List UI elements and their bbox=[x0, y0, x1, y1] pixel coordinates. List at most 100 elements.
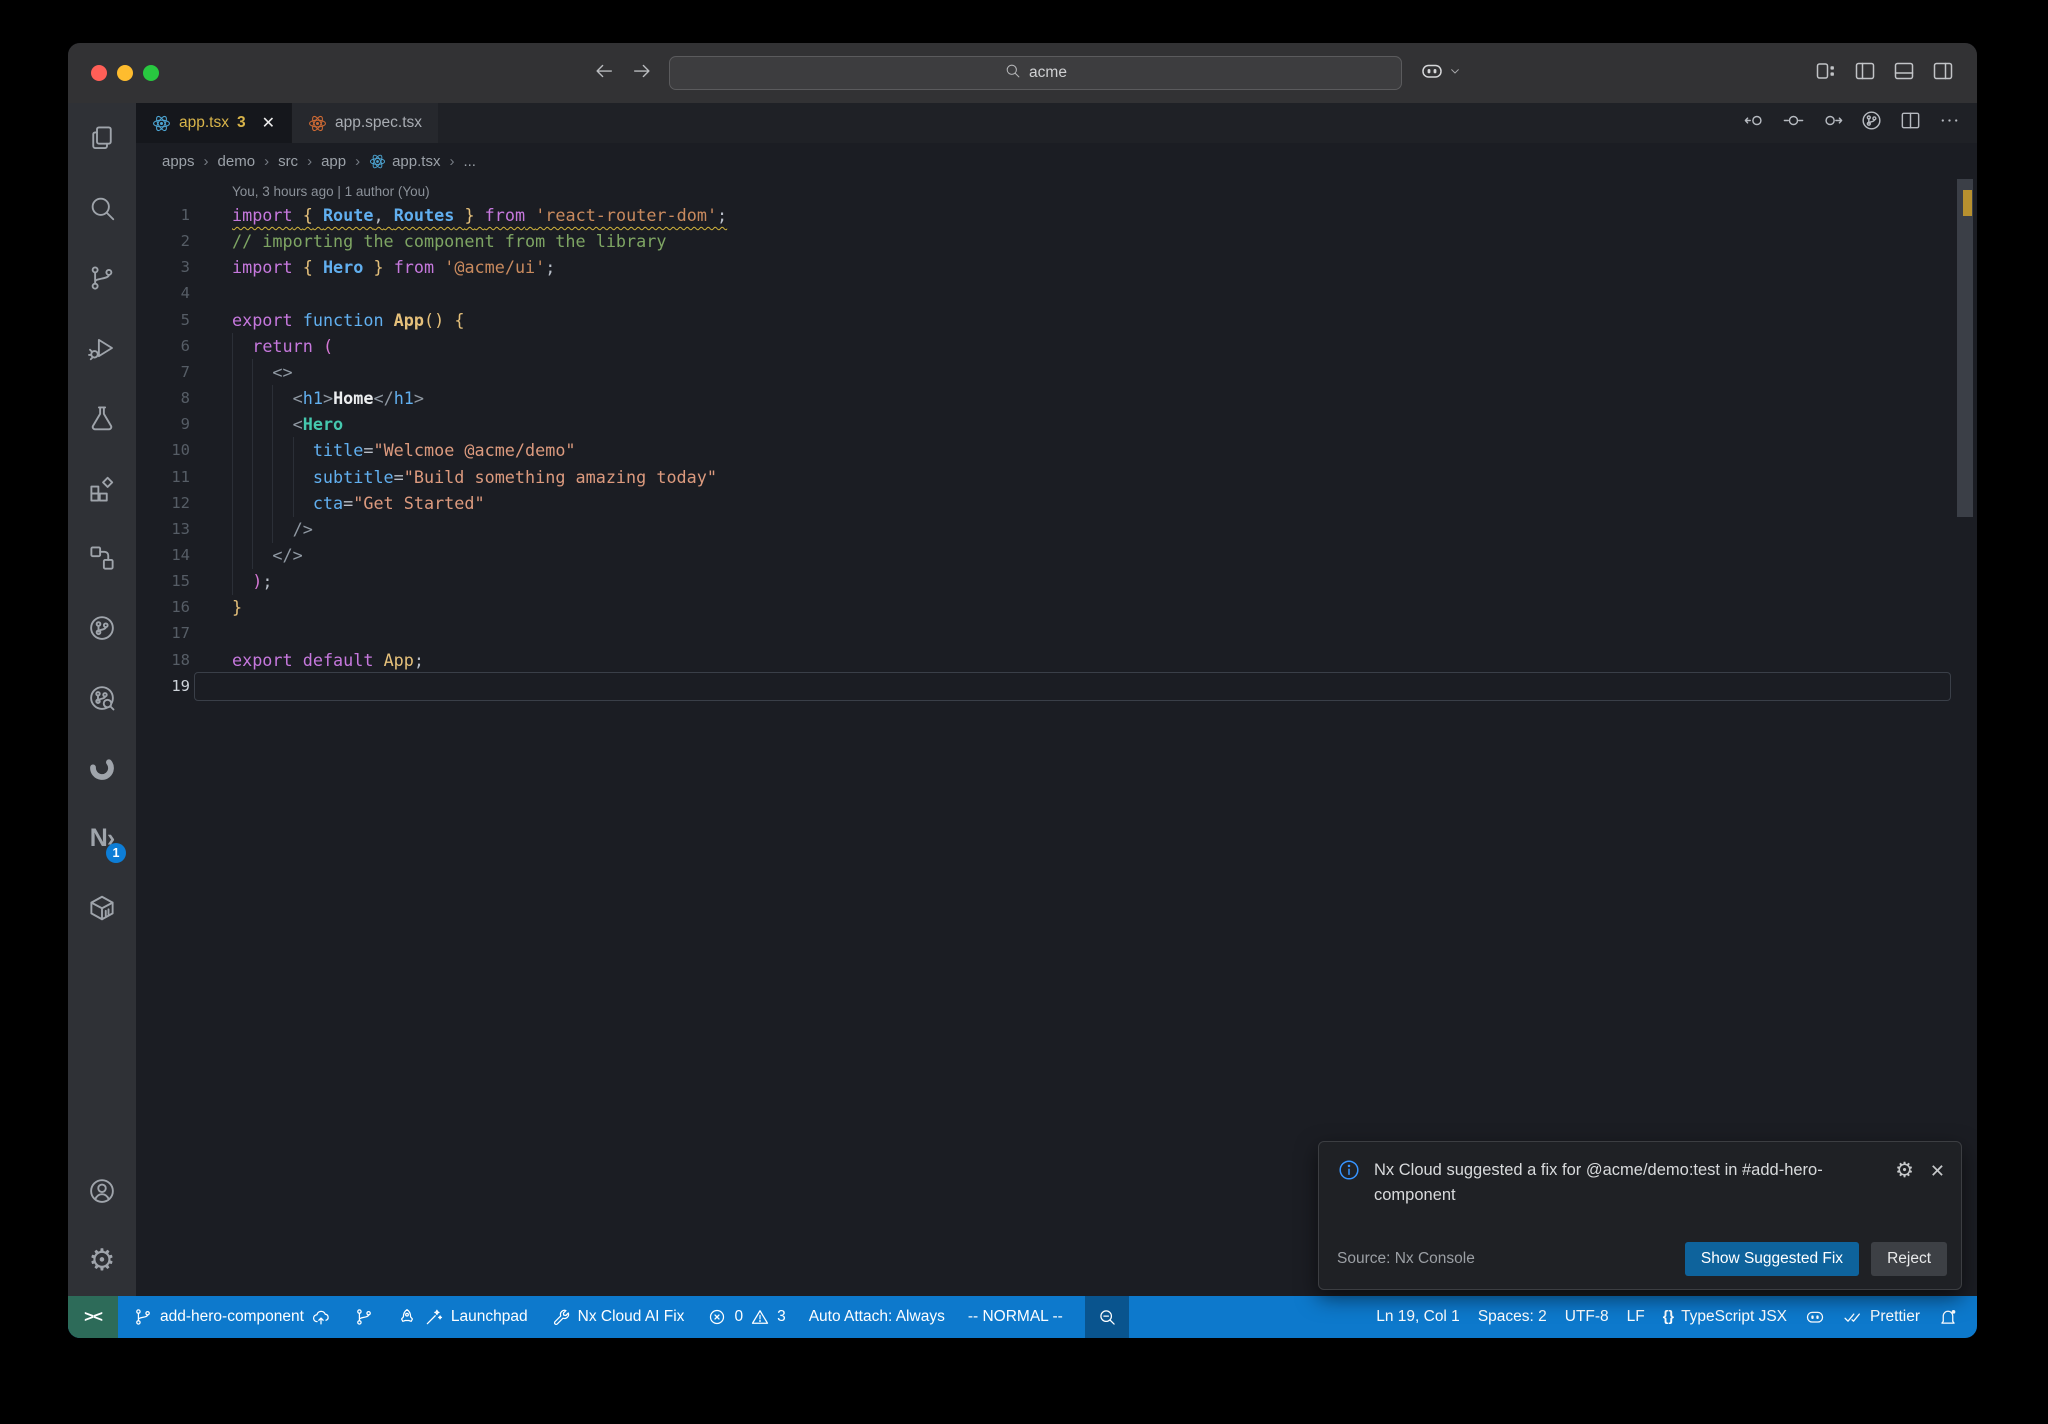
breadcrumb-item-apps[interactable]: apps bbox=[162, 153, 195, 170]
scrollbar-thumb[interactable] bbox=[1957, 179, 1973, 517]
activity-item-explorer[interactable] bbox=[68, 103, 136, 173]
line-number: 10 bbox=[171, 441, 190, 460]
close-tab-icon[interactable]: ✕ bbox=[262, 113, 275, 133]
code-line-19: 19 bbox=[136, 673, 1977, 700]
toggle-primary-sidebar-button[interactable] bbox=[1853, 59, 1877, 88]
toggle-secondary-sidebar-button[interactable] bbox=[1931, 59, 1955, 88]
notification-settings-gear-icon[interactable]: ⚙ bbox=[1895, 1160, 1914, 1181]
activity-item-edge-tools[interactable] bbox=[68, 733, 136, 803]
layout-controls bbox=[1814, 43, 1955, 103]
line-number: 5 bbox=[180, 310, 190, 329]
back-button[interactable] bbox=[593, 60, 615, 87]
breadcrumb-item-app[interactable]: app bbox=[321, 153, 346, 170]
open-change-icon bbox=[1782, 109, 1805, 132]
activity-item-testing[interactable] bbox=[68, 383, 136, 453]
activity-item-run-and-debug[interactable] bbox=[68, 313, 136, 383]
branch-icon bbox=[354, 1307, 374, 1327]
activity-item-search[interactable] bbox=[68, 173, 136, 243]
line-number: 8 bbox=[180, 389, 190, 408]
status-formatter[interactable]: Prettier bbox=[1834, 1296, 1929, 1338]
search-icon bbox=[1004, 62, 1021, 84]
status-bar-left: add-hero-component Launchpad Nx Cloud AI F… bbox=[118, 1296, 1129, 1338]
search-icon bbox=[87, 193, 117, 223]
reject-button[interactable]: Reject bbox=[1871, 1242, 1947, 1276]
code-editor[interactable]: You, 3 hours ago | 1 author (You) 1 impor… bbox=[136, 179, 1977, 1296]
activity-item-project-graph[interactable] bbox=[68, 593, 136, 663]
breadcrumb-label: apps bbox=[162, 152, 195, 170]
activity-item-source-control[interactable] bbox=[68, 243, 136, 313]
line-number: 7 bbox=[180, 362, 190, 381]
line-number: 13 bbox=[171, 519, 190, 538]
remote-indicator[interactable]: >< bbox=[68, 1296, 118, 1338]
forward-button[interactable] bbox=[631, 60, 653, 87]
open-changes-next-button[interactable] bbox=[1821, 109, 1844, 137]
status-problems[interactable]: 03 bbox=[698, 1296, 794, 1338]
overview-ruler-warning-mark bbox=[1963, 190, 1972, 216]
activity-item-related-projects[interactable] bbox=[68, 523, 136, 593]
codelens[interactable]: You, 3 hours ago | 1 author (You) bbox=[232, 184, 430, 199]
line-number: 3 bbox=[180, 258, 190, 277]
tab-app.tsx[interactable]: app.tsx 3 ✕ bbox=[136, 103, 292, 143]
activity-bar: N› 1 ⚙ bbox=[68, 103, 136, 1296]
more-icon bbox=[1938, 109, 1961, 132]
activity-item-graph-search[interactable] bbox=[68, 663, 136, 733]
activity-item-accounts[interactable] bbox=[68, 1156, 136, 1226]
status-source-control-graph[interactable] bbox=[345, 1296, 383, 1338]
breadcrumb[interactable]: apps › demo › src › app › app.tsx ›... bbox=[136, 143, 1977, 179]
react-icon bbox=[308, 114, 327, 133]
notification-close-icon[interactable]: ✕ bbox=[1930, 1162, 1945, 1180]
tab-app.spec.tsx[interactable]: app.spec.tsx bbox=[291, 103, 439, 143]
status-label: 3 bbox=[777, 1308, 786, 1325]
status-label: add-hero-component bbox=[160, 1308, 304, 1325]
status-nx-cloud-ai-fix[interactable]: Nx Cloud AI Fix bbox=[542, 1296, 694, 1338]
status-cursor-position[interactable]: Ln 19, Col 1 bbox=[1367, 1296, 1469, 1338]
breadcrumb-item-demo[interactable]: demo bbox=[218, 153, 256, 170]
code-line-3: 3 import { Hero } from '@acme/ui'; bbox=[136, 254, 1977, 281]
breadcrumb-item-app-tsx[interactable]: app.tsx bbox=[369, 153, 440, 170]
breadcrumb-separator: › bbox=[307, 152, 313, 170]
status-encoding[interactable]: UTF-8 bbox=[1556, 1296, 1618, 1338]
activity-item-containers[interactable] bbox=[68, 873, 136, 943]
status-label: Launchpad bbox=[450, 1308, 528, 1325]
status-branch[interactable]: add-hero-component bbox=[124, 1296, 340, 1338]
gitlens-file-graph-button[interactable] bbox=[1860, 109, 1883, 137]
more-actions-button[interactable] bbox=[1938, 109, 1961, 137]
traffic-light-minimize[interactable] bbox=[117, 65, 133, 81]
traffic-light-close[interactable] bbox=[91, 65, 107, 81]
layout-bottom-icon bbox=[1892, 59, 1916, 83]
command-center-search[interactable]: acme bbox=[669, 56, 1402, 90]
activity-badge: 1 bbox=[106, 843, 126, 863]
cloud-up-icon bbox=[311, 1307, 331, 1327]
breadcrumb-item--[interactable]: ... bbox=[463, 153, 476, 170]
debug-icon bbox=[87, 333, 117, 363]
customize-layout-button[interactable] bbox=[1814, 59, 1838, 88]
status-launchpad[interactable]: Launchpad bbox=[388, 1296, 537, 1338]
open-changes-previous-button[interactable] bbox=[1743, 109, 1766, 137]
status-copilot-status[interactable] bbox=[1796, 1296, 1834, 1338]
status-label: -- NORMAL -- bbox=[967, 1308, 1063, 1325]
traffic-light-zoom[interactable] bbox=[143, 65, 159, 81]
package-icon bbox=[87, 893, 117, 923]
titlebar: acme bbox=[68, 43, 1977, 103]
status-vim-mode[interactable]: -- NORMAL -- bbox=[959, 1296, 1072, 1338]
status-indentation[interactable]: Spaces: 2 bbox=[1469, 1296, 1556, 1338]
editor-scrollbar[interactable] bbox=[1957, 179, 1973, 1296]
split-editor-button[interactable] bbox=[1899, 109, 1922, 137]
open-changes-button[interactable] bbox=[1782, 109, 1805, 137]
status-zoom-indicator[interactable] bbox=[1084, 1296, 1129, 1338]
copilot-menu[interactable] bbox=[1420, 43, 1463, 103]
activity-item-extensions[interactable] bbox=[68, 453, 136, 523]
code-line-15: 15 ); bbox=[136, 568, 1977, 596]
status-notifications-bell[interactable] bbox=[1929, 1296, 1967, 1338]
status-auto-attach[interactable]: Auto Attach: Always bbox=[800, 1296, 954, 1338]
activity-item-nx-console[interactable]: N› 1 bbox=[68, 803, 136, 873]
breadcrumb-label: app.tsx bbox=[392, 152, 441, 170]
status-language-mode[interactable]: {} TypeScript JSX bbox=[1654, 1296, 1796, 1338]
chevron-down-icon bbox=[1447, 63, 1463, 84]
show-suggested-fix-button[interactable]: Show Suggested Fix bbox=[1684, 1242, 1860, 1276]
toggle-panel-button[interactable] bbox=[1892, 59, 1916, 88]
breadcrumb-item-src[interactable]: src bbox=[278, 153, 298, 170]
status-eol[interactable]: LF bbox=[1618, 1296, 1654, 1338]
activity-item-settings[interactable]: ⚙ bbox=[68, 1226, 136, 1296]
code-line-9: 9 <Hero bbox=[136, 411, 1977, 439]
